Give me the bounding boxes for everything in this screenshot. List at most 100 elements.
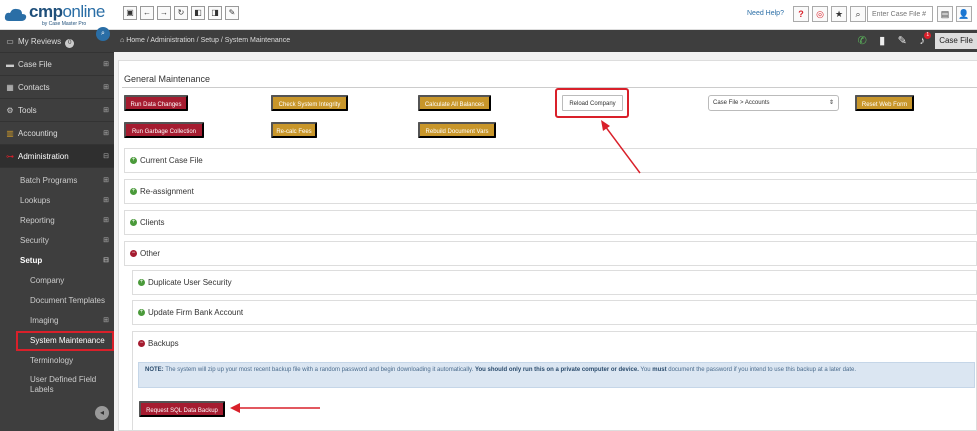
edit-note-icon[interactable]: ✎ — [895, 34, 909, 48]
user-icon[interactable]: 👤 — [956, 6, 972, 22]
previous-icon[interactable]: ◧ — [191, 6, 205, 20]
reset-web-form-button[interactable]: Reset Web Form — [855, 95, 914, 111]
inbox-icon: ▭ — [6, 37, 14, 46]
sidebar-item-lookups[interactable]: Lookups ⊞ — [0, 191, 114, 211]
select-caret-icon: ⇕ — [828, 100, 834, 106]
back-arrow-icon[interactable]: ← — [140, 6, 154, 20]
recalc-fees-button[interactable]: Re-calc Fees — [271, 122, 317, 138]
sidebar-item-imaging[interactable]: Imaging ⊞ — [0, 311, 114, 331]
section-reassignment[interactable]: + Re-assignment — [124, 179, 977, 204]
expand-icon: ⊞ — [103, 237, 109, 244]
book-icon[interactable]: ▮ — [875, 34, 889, 48]
minus-circle-icon: − — [138, 340, 145, 348]
star-icon[interactable]: ★ — [831, 6, 847, 22]
breadcrumb-current: System Maintenance — [224, 37, 291, 44]
need-help-link[interactable]: Need Help? — [747, 10, 784, 17]
breadcrumb-home[interactable]: Home — [126, 37, 145, 44]
sidebar-item-reporting[interactable]: Reporting ⊞ — [0, 211, 114, 231]
plus-circle-icon: + — [130, 157, 137, 165]
sidebar-item-case-file[interactable]: ▬ Case File ⊞ — [0, 53, 114, 76]
sidebar-item-tools[interactable]: ⚙ Tools ⊞ — [0, 99, 114, 122]
home-icon: ⌂ — [120, 37, 125, 44]
collapse-icon: ⊟ — [103, 257, 109, 264]
sidebar-item-administration[interactable]: ⊶ Administration ⊟ — [0, 145, 114, 168]
breadcrumb-administration[interactable]: Administration — [150, 37, 194, 44]
sidebar-item-system-maintenance[interactable]: System Maintenance — [16, 331, 114, 351]
section-duplicate-user-security[interactable]: + Duplicate User Security — [132, 270, 977, 295]
toolbar: ▣ ← → ↻ ◧ ◨ ✎ — [123, 6, 239, 20]
sidebar-item-batch-programs[interactable]: Batch Programs ⊞ — [0, 171, 114, 191]
run-garbage-collection-button[interactable]: Run Garbage Collection — [124, 122, 204, 138]
sidebar: ▭ My Reviews 0 ▬ Case File ⊞ ▦ Contacts ⊞… — [0, 30, 114, 431]
section-current-case-file[interactable]: + Current Case File — [124, 148, 977, 173]
lifebuoy-icon[interactable]: ◎ — [812, 6, 828, 22]
sidebar-item-accounting[interactable]: ▥ Accounting ⊞ — [0, 122, 114, 145]
section-update-firm-bank-account[interactable]: + Update Firm Bank Account — [132, 300, 977, 325]
calculate-all-balances-button[interactable]: Calculate All Balances — [418, 95, 491, 111]
annotation-arrow-reload — [601, 120, 641, 174]
section-other[interactable]: − Other — [124, 241, 977, 266]
case-file-search-input[interactable] — [867, 6, 933, 22]
breadcrumb-bar: ⌂ Home / Administration / Setup / System… — [114, 30, 977, 52]
collapse-icon: ⊟ — [103, 153, 109, 160]
top-right-icons: ? ◎ ★ ⌕ — [793, 6, 866, 22]
header-right-icons: ✆ ▮ ✎ ♪ 1 Case File — [855, 32, 977, 49]
logo-subtitle: by Case Master Pro — [42, 21, 87, 27]
sitemap-icon: ⊶ — [6, 152, 14, 161]
divider — [122, 87, 977, 88]
logo[interactable]: cmponline by Case Master Pro — [4, 2, 114, 28]
logo-text: cmponline — [29, 2, 105, 21]
check-system-integrity-button[interactable]: Check System Integrity — [271, 95, 348, 111]
plus-circle-icon: + — [138, 309, 145, 317]
cloud-icon — [4, 8, 27, 21]
expand-icon: ⊞ — [103, 84, 109, 91]
expand-icon: ⊞ — [103, 197, 109, 204]
minus-circle-icon: − — [130, 250, 137, 258]
general-maintenance-title: General Maintenance — [124, 74, 211, 84]
search-icon[interactable]: ⌕ — [850, 6, 866, 22]
expand-icon: ⊞ — [103, 130, 109, 137]
highlight-reload-company — [555, 88, 629, 118]
document-icon[interactable]: ▤ — [937, 6, 953, 22]
notification-badge: 1 — [924, 32, 932, 39]
sidebar-item-security[interactable]: Security ⊞ — [0, 231, 114, 251]
plus-circle-icon: + — [130, 219, 137, 227]
next-icon[interactable]: ◨ — [208, 6, 222, 20]
sidebar-item-company[interactable]: Company — [0, 271, 114, 291]
sidebar-item-setup[interactable]: Setup ⊟ — [0, 251, 114, 271]
annotation-arrow-backup — [230, 403, 320, 413]
sidebar-item-contacts[interactable]: ▦ Contacts ⊞ — [0, 76, 114, 99]
breadcrumb: ⌂ Home / Administration / Setup / System… — [120, 37, 291, 44]
run-data-changes-button[interactable]: Run Data Changes — [124, 95, 188, 111]
expand-icon: ⊞ — [103, 317, 109, 324]
case-file-section-select[interactable]: Case File > Accounts ⇕ — [708, 95, 839, 111]
expand-icon: ⊞ — [103, 217, 109, 224]
refresh-icon[interactable]: ↻ — [174, 6, 188, 20]
sidebar-item-user-defined-field-labels[interactable]: User Defined Field Labels — [0, 371, 114, 401]
bank-icon: ▥ — [6, 129, 14, 138]
bell-icon[interactable]: ♪ 1 — [915, 32, 932, 48]
breadcrumb-setup[interactable]: Setup — [201, 37, 219, 44]
sidebar-item-terminology[interactable]: Terminology — [0, 351, 114, 371]
expand-icon: ⊞ — [103, 107, 109, 114]
expand-icon: ⊞ — [103, 177, 109, 184]
sidebar-search-icon[interactable]: ⌕ — [96, 27, 110, 41]
backup-note: NOTE: The system will zip up your most r… — [138, 362, 975, 388]
request-sql-data-backup-button[interactable]: Request SQL Data Backup — [139, 401, 225, 417]
reviews-badge: 0 — [65, 39, 75, 48]
sidebar-item-document-templates[interactable]: Document Templates — [0, 291, 114, 311]
section-clients[interactable]: + Clients — [124, 210, 977, 235]
folder-icon: ▬ — [6, 60, 14, 69]
top-bar: cmponline by Case Master Pro ▣ ← → ↻ ◧ ◨… — [0, 0, 977, 30]
phone-icon[interactable]: ✆ — [855, 34, 869, 48]
help-icon[interactable]: ? — [793, 6, 809, 22]
save-icon[interactable]: ▣ — [123, 6, 137, 20]
top-right-icons-2: ▤ 👤 — [937, 6, 972, 22]
forward-arrow-icon[interactable]: → — [157, 6, 171, 20]
case-file-tab[interactable]: Case File — [935, 33, 977, 49]
edit-icon[interactable]: ✎ — [225, 6, 239, 20]
plus-circle-icon: + — [130, 188, 137, 196]
rebuild-document-vars-button[interactable]: Rebuild Document Vars — [418, 122, 496, 138]
gears-icon: ⚙ — [6, 106, 14, 115]
sidebar-collapse-icon[interactable]: ◂ — [95, 406, 109, 420]
